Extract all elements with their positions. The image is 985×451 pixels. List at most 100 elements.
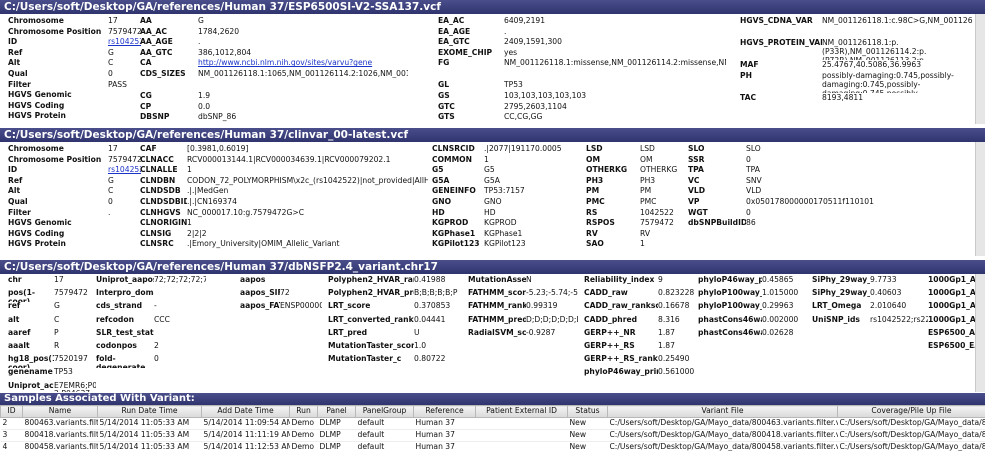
field-link[interactable]: rs1042522 — [108, 165, 141, 176]
field-row: GNO GNO — [432, 197, 586, 208]
field-value: PMC — [640, 196, 657, 206]
field-label: ID — [8, 37, 18, 47]
p2-scrollbar[interactable] — [975, 142, 985, 256]
table-cell: New — [567, 417, 608, 430]
field-value: 0 — [746, 154, 751, 164]
field-value: 25.4767,40.5086,36.9963 — [822, 60, 922, 69]
column-header[interactable]: Coverage/Pile Up File — [837, 405, 985, 418]
table-cell: C:/Users/soft/Desktop/GA/Mayo_data/80045… — [607, 441, 838, 451]
column-header[interactable]: Run Date Time — [97, 405, 202, 418]
field-row: SiPhy_29way_logOdds_rankscore0.40603 — [812, 289, 930, 302]
field-label: AA_GTC — [140, 47, 173, 57]
field-label: SLR_test_statistic — [96, 328, 154, 337]
table-cell: default — [355, 429, 414, 442]
field-label: phyloP100way_vertebrate_rankscore — [698, 302, 762, 311]
field-row: phastCons46way_primate0.002000 — [698, 316, 808, 329]
field-row: CLNSIG 2|2|2 — [140, 229, 430, 240]
field-value: GNO — [484, 196, 502, 206]
field-row: FATHMM_rankscore0.99319 — [468, 302, 580, 315]
field-row: CADD_raw_rankscore0.16678 — [584, 302, 702, 315]
field-row: LRT_Omega 2.010640 — [812, 302, 930, 315]
field-value: 1.87 — [658, 328, 675, 337]
field-row: Polyphen2_HVAR_predB;B;B;B;B;P — [328, 289, 466, 302]
table-cell: 5/14/2014 11:11:19 AM — [201, 429, 290, 442]
p3-col6: Reliability_index 9 CADD_raw 0.823228 CADD_r… — [584, 276, 702, 382]
field-label: RSPOS — [586, 218, 615, 228]
table-cell: C:/Users/soft/Desktop/GA/Mayo_data/80046… — [607, 417, 838, 430]
field-label: SAO — [586, 239, 604, 249]
field-row: HGVS Genomic — [8, 218, 143, 229]
field-label: refcodon — [96, 315, 134, 324]
field-value: . — [108, 207, 111, 217]
column-header[interactable]: Reference — [413, 405, 476, 418]
field-value: P — [54, 328, 59, 337]
table-row[interactable]: 3800418.variants.filter5/14/2014 11:05:3… — [0, 429, 985, 442]
field-value: 1 — [187, 165, 192, 175]
field-value: 0.45865 — [762, 276, 794, 284]
column-header[interactable]: Variant File — [607, 405, 838, 418]
p3-scrollbar[interactable] — [975, 274, 985, 392]
column-header[interactable]: Add Date Time — [201, 405, 290, 418]
field-value: PM — [640, 186, 652, 196]
column-header[interactable]: ID — [0, 405, 23, 418]
table-row[interactable]: 4800458.variants.filter5/14/2014 11:05:3… — [0, 441, 985, 451]
column-header[interactable]: Run — [289, 405, 318, 418]
table-cell: 5/14/2014 11:05:33 AM — [97, 429, 202, 442]
field-row: HD HD — [432, 208, 586, 219]
field-row: aaref P — [8, 329, 98, 342]
field-row: Ref G — [8, 48, 143, 59]
column-header[interactable]: Name — [22, 405, 98, 418]
field-label: 1000Gp1_ASN_AC — [928, 302, 978, 311]
field-value: CODON_72_POLYMORPHISM\x2c_(rs1042522)|no… — [187, 175, 428, 185]
field-row: GL TP53 — [438, 80, 728, 91]
column-header[interactable]: Panel — [317, 405, 356, 418]
field-row: ID rs1042522 — [8, 165, 143, 176]
field-row: hg18_pos(1-coor)7520197 — [8, 355, 98, 368]
field-label: aapos — [240, 276, 266, 284]
field-value: .|2077|191170.0005 — [484, 144, 562, 153]
field-row: HGVS Genomic — [8, 90, 143, 101]
field-value: possibly-damaging:0.745,possibly-damagin… — [822, 70, 954, 93]
field-row: Polyphen2_HVAR_rankscore0.41988 — [328, 276, 466, 289]
p2-col5: SLO SLO SSR 0 TPA TPA VC SNV VLD VLD VP 0x050178000… — [688, 144, 978, 229]
field-value: 0.99319 — [526, 302, 558, 311]
field-value: G — [54, 302, 60, 311]
p2-col2: CAF [0.3981,0.6019] CLNACC RCV000013144.1|R… — [140, 144, 430, 250]
column-header[interactable]: Patient External ID — [475, 405, 568, 418]
field-label: VLD — [688, 186, 706, 196]
table-cell: default — [355, 441, 414, 451]
p2-col3: CLNSRCID .|2077|191170.0005 COMMON 1 G5 G5 G5A… — [432, 144, 586, 250]
field-value: .|.|CN169374 — [187, 196, 237, 206]
field-value: G5 — [484, 165, 495, 175]
field-value: TP53:7157 — [484, 186, 525, 196]
field-row: MAF 25.4767,40.5086,36.9963 — [740, 60, 975, 71]
field-link[interactable]: http://www.ncbi.nlm.nih.gov/sites/varvu?… — [198, 58, 408, 69]
field-row: codonpos 2 — [96, 342, 208, 355]
field-value: 0.29963 — [762, 302, 794, 311]
table-row[interactable]: 2800463.variants.filter5/14/2014 11:05:3… — [0, 417, 985, 430]
column-header[interactable]: Status — [567, 405, 608, 418]
samples-grid: ID Name Run Date Time Add Date Time Run Panel… — [0, 405, 985, 451]
field-value: TP53 — [504, 80, 523, 90]
field-value: PASS — [108, 79, 127, 89]
field-label: CLNSRC — [140, 239, 174, 249]
field-label: CLNDSDBID — [140, 196, 187, 206]
field-value: 0.04441 — [414, 315, 446, 324]
field-link[interactable]: rs1042522 — [108, 37, 141, 48]
field-label: GL — [438, 80, 450, 90]
field-label: HGVS Genomic — [8, 218, 72, 228]
field-value: G5A — [484, 175, 500, 185]
field-row: RS 1042522 — [586, 208, 686, 219]
field-row: RV RV — [586, 229, 686, 240]
field-row: LRT_converted_rankscore0.04441 — [328, 316, 466, 329]
column-header[interactable]: PanelGroup — [355, 405, 414, 418]
field-value: 8.316 — [658, 315, 680, 324]
field-label: Uniprot_aapos — [96, 276, 154, 284]
p1-scrollbar[interactable] — [975, 14, 985, 124]
field-row: HGVS Protein — [8, 111, 143, 122]
table-cell: Human 37 — [413, 441, 476, 451]
field-row: dbSNPBuildID86 — [688, 218, 978, 229]
field-row: EA_AGE. — [438, 27, 728, 38]
table-cell: 5/14/2014 11:12:53 AM — [201, 441, 290, 451]
field-label: HGVS Protein — [8, 239, 66, 249]
